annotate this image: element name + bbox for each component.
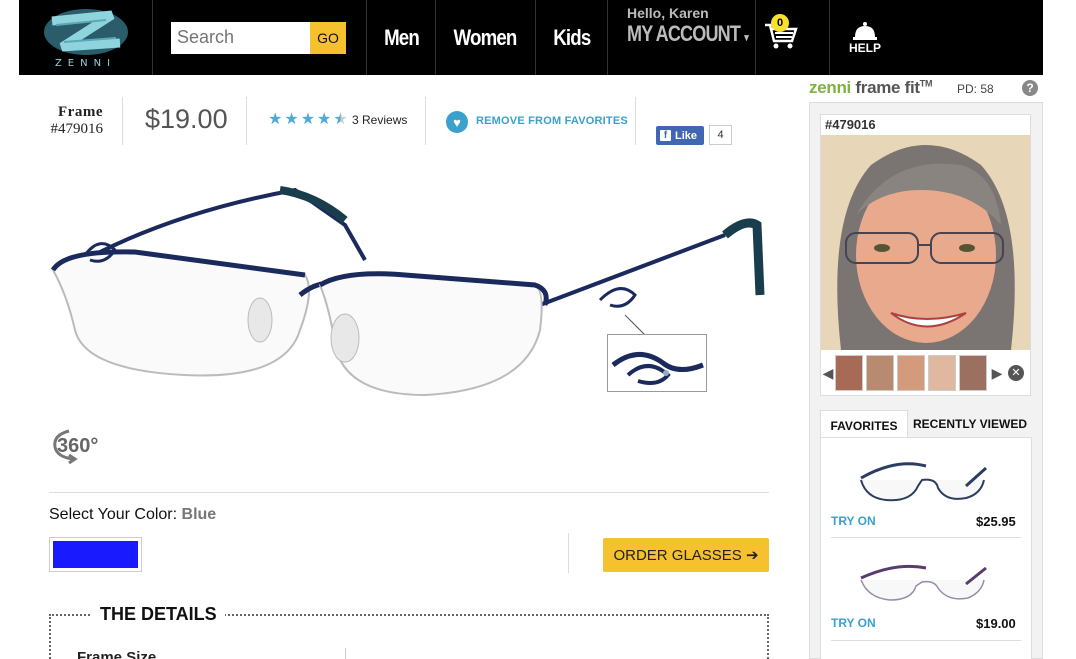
favorite-price: $19.00 (976, 616, 1016, 631)
details-title: THE DETAILS (92, 604, 225, 625)
frame-label: Frame (58, 104, 103, 120)
try-on-link[interactable]: TRY ON (831, 514, 876, 528)
product-page: ZENNI GO Men Women Kids Hello, Karen MY … (0, 0, 1076, 659)
top-navigation-bar: ZENNI GO Men Women Kids Hello, Karen MY … (19, 0, 1043, 75)
nav-men[interactable]: Men (367, 0, 436, 75)
nav-women[interactable]: Women (436, 0, 536, 75)
frame-fit-help-icon[interactable]: ? (1022, 80, 1038, 96)
divider (831, 537, 1021, 538)
try-on-link[interactable]: TRY ON (831, 616, 876, 630)
hinge-detail-image (611, 352, 704, 385)
facebook-icon: f (660, 130, 671, 141)
trademark: TM (919, 78, 933, 89)
star-icon: ★ (268, 111, 283, 128)
my-account-label: MY ACCOUNT (627, 21, 741, 46)
model-thumb[interactable] (897, 355, 925, 391)
star-icon: ★ (300, 111, 316, 128)
color-swatch-blue[interactable] (49, 537, 142, 572)
divider (568, 533, 569, 573)
rotate-label: 360° (57, 435, 99, 457)
tab-favorites[interactable]: FAVORITES (820, 410, 908, 438)
star-rating[interactable]: ★ ★ ★ ★ ★ (268, 112, 348, 128)
reviews-link[interactable]: 3 Reviews (352, 113, 407, 127)
favorite-price: $25.95 (976, 514, 1016, 529)
close-icon[interactable]: ✕ (1008, 365, 1024, 381)
divider (49, 492, 769, 493)
try-on-face-photo[interactable] (821, 135, 1030, 350)
half-star-icon: ★ (333, 111, 348, 128)
chevron-right-icon[interactable]: ▶ (990, 365, 1004, 382)
price: $19.00 (145, 104, 228, 134)
help-label: HELP (848, 40, 881, 55)
my-account-dropdown[interactable]: MY ACCOUNT ▾ (627, 21, 749, 47)
tab-recently-viewed[interactable]: RECENTLY VIEWED (908, 410, 1032, 438)
pd-value: PD: 58 (957, 82, 994, 96)
divider (246, 97, 247, 145)
rotate-360-button[interactable]: 360° (49, 425, 101, 465)
help-button[interactable]: HELP (830, 0, 900, 75)
frame-fit-brand: zenni (809, 78, 851, 97)
star-icon: ★ (317, 111, 332, 128)
frame-id-block: Frame #479016 (49, 104, 104, 138)
divider (831, 640, 1021, 641)
nav-kids[interactable]: Kids (536, 0, 608, 75)
favorite-frame-image[interactable] (856, 558, 994, 612)
nav-kids-label: Kids (552, 24, 591, 50)
chevron-left-icon[interactable]: ◀ (821, 365, 835, 382)
search-area: GO (153, 0, 367, 75)
divider (345, 648, 346, 659)
color-swatch-fill (53, 541, 138, 568)
chevron-down-icon: ▾ (744, 32, 748, 44)
model-thumb[interactable] (835, 355, 863, 391)
model-thumb[interactable] (866, 355, 894, 391)
greeting: Hello, Karen (627, 5, 709, 21)
facebook-like-label: Like (675, 129, 698, 142)
remove-from-favorites-link[interactable]: REMOVE FROM FAVORITES (476, 115, 628, 127)
frame-fit-wordmark: frame fit (855, 78, 920, 97)
account-menu[interactable]: Hello, Karen MY ACCOUNT ▾ (608, 0, 756, 75)
model-thumb[interactable] (959, 355, 987, 391)
nav-men-label: Men (383, 24, 420, 50)
search-go-button[interactable]: GO (310, 21, 346, 54)
cart-count-badge: 0 (771, 14, 789, 32)
facebook-like-count: 4 (709, 125, 732, 145)
color-selector-label: Select Your Color: Blue (49, 506, 216, 524)
zenni-logo-icon (43, 8, 128, 55)
divider (425, 97, 426, 145)
model-face-selector: ◀ ▶ ✕ (821, 352, 1030, 394)
order-glasses-button[interactable]: ORDER GLASSES ➔ (603, 538, 769, 572)
logo-wordmark: ZENNI (54, 57, 117, 69)
hinge-detail-inset (607, 334, 707, 392)
facebook-like-button[interactable]: f Like (656, 126, 704, 145)
selected-color: Blue (181, 506, 217, 523)
try-on-frame-id: #479016 (825, 117, 876, 132)
bell-icon (853, 21, 877, 40)
zenni-logo[interactable]: ZENNI (19, 0, 153, 75)
divider (635, 97, 636, 145)
nav-women-label: Women (454, 24, 518, 50)
color-label-text: Select Your Color: (49, 506, 178, 523)
heart-icon[interactable]: ♥ (446, 111, 468, 133)
frame-fit-logo: zenni frame fitTM (809, 78, 932, 98)
search-input[interactable] (171, 21, 310, 54)
model-thumb[interactable] (928, 355, 956, 391)
frame-id: #479016 (50, 121, 104, 137)
star-icon: ★ (284, 111, 299, 128)
divider (122, 97, 123, 145)
favorite-frame-image[interactable] (856, 456, 994, 510)
cart-button[interactable]: 0 (756, 0, 830, 75)
frame-size-heading: Frame Size (77, 649, 157, 659)
